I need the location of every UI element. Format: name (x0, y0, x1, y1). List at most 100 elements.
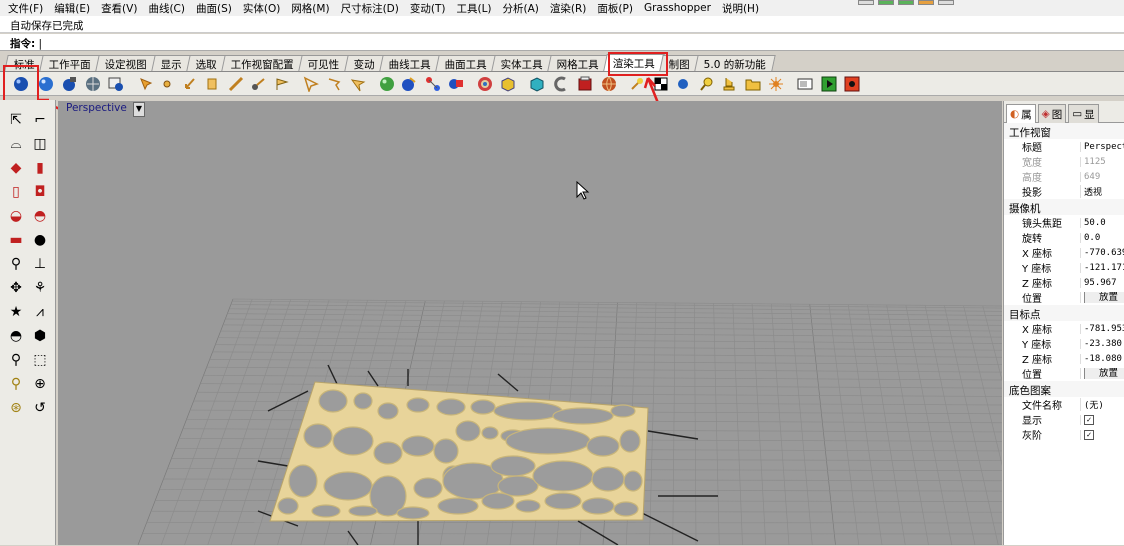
mesh-icon[interactable]: ◒ (6, 206, 26, 226)
rotate-icon[interactable]: ⚘ (30, 278, 50, 298)
gumball-icon[interactable]: ⊛ (6, 398, 26, 418)
property-value[interactable]: -781.953 (1080, 324, 1124, 334)
solid-icon[interactable]: ▯ (6, 182, 26, 202)
property-value-text: 0.0 (1084, 233, 1100, 243)
mesh-tools-icon[interactable]: ◓ (30, 206, 50, 226)
property-label: 位置 (1004, 290, 1080, 305)
surface-icon[interactable]: ◆ (6, 158, 26, 178)
property-row: 旋转 0.0 (1004, 230, 1124, 245)
property-value[interactable]: 649 (1080, 172, 1124, 182)
property-label: 旋转 (1004, 230, 1080, 245)
property-label: 文件名称 (1004, 397, 1080, 412)
property-value[interactable]: 0.0 (1080, 233, 1124, 243)
property-value-text: -18.080 (1084, 354, 1122, 364)
property-value[interactable]: 50.0 (1080, 218, 1124, 228)
curve-tools-icon[interactable]: ◫ (30, 134, 50, 154)
property-value[interactable]: 1125 (1080, 157, 1124, 167)
osnap-icon[interactable]: ⚲ (6, 374, 26, 394)
array-icon[interactable]: ★ (6, 302, 26, 322)
dimension-icon[interactable]: ⚲ (6, 254, 26, 274)
property-label: Y 座标 (1004, 336, 1080, 351)
target-icon[interactable]: ⊕ (30, 374, 50, 394)
layers-icon: ◈ (1042, 108, 1050, 120)
property-value[interactable]: Perspect (1080, 142, 1124, 152)
property-row: 文件名称(无) (1004, 397, 1124, 412)
tab-display[interactable]: ▭显 (1068, 104, 1098, 123)
property-value-text: 1125 (1084, 157, 1106, 167)
mirror-icon[interactable]: ⩘ (30, 302, 50, 322)
viewport-dropdown-icon[interactable]: ▼ (133, 102, 145, 117)
panel-section-title: 底色图案 (1004, 381, 1124, 397)
property-label: 镜头焦距 (1004, 215, 1080, 230)
tab-layers[interactable]: ◈图 (1038, 104, 1067, 123)
property-value-text: 透视 (1084, 188, 1102, 198)
main-left-toolbar: ⇱ ⌐ ⌓ ◫ ◆ ▮ ▯ ◘ ◒ ◓ ▬ ● ⚲ ⊥ ✥ ⚘ ★ ⩘ ◓ ⬢ … (0, 100, 56, 545)
properties-panel: ◐属 ◈图 ▭显 工作视窗标题Perspect宽度1125高度649投影透视摄像… (1003, 101, 1124, 545)
panel-section-title: 摄像机 (1004, 199, 1124, 215)
properties-icon: ◐ (1010, 108, 1019, 120)
analyze-icon[interactable]: ◓ (6, 326, 26, 346)
property-value[interactable]: (无) (1080, 398, 1124, 411)
panel-tabs: ◐属 ◈图 ▭显 (1004, 101, 1124, 123)
property-row: 标题Perspect (1004, 139, 1124, 154)
property-row: Y 座标 -23.380 (1004, 336, 1124, 351)
perspective-viewport[interactable]: Perspective ▼ (58, 101, 1002, 545)
place-button[interactable]: 放置 (1084, 292, 1124, 303)
property-value[interactable]: 放置 (1080, 292, 1124, 303)
place-button[interactable]: 放置 (1084, 368, 1124, 379)
property-row: 高度 649 (1004, 169, 1124, 184)
viewport-grid (58, 101, 1002, 545)
sphere-tool-icon[interactable]: ● (30, 230, 50, 250)
property-label: 投影 (1004, 184, 1080, 199)
property-row: 宽度1125 (1004, 154, 1124, 169)
rotate-view-icon[interactable]: ↺ (30, 398, 50, 418)
property-label: X 座标 (1004, 321, 1080, 336)
checkbox[interactable]: ✓ (1084, 430, 1094, 440)
property-value-text: 649 (1084, 172, 1100, 182)
panel-section-title: 工作视窗 (1004, 123, 1124, 139)
property-value[interactable]: -18.080 (1080, 354, 1124, 364)
box-icon[interactable]: ▬ (6, 230, 26, 250)
property-value-text: -23.380 (1084, 339, 1122, 349)
property-value-text: -770.639 (1084, 248, 1124, 258)
property-row: Z 座标95.967 (1004, 275, 1124, 290)
property-row: Z 座标 -18.080 (1004, 351, 1124, 366)
checkbox[interactable]: ✓ (1084, 415, 1094, 425)
property-row: X 座标 -781.953 (1004, 321, 1124, 336)
viewport-title[interactable]: Perspective (66, 102, 127, 117)
tab-properties[interactable]: ◐属 (1006, 104, 1036, 123)
property-value[interactable]: 95.967 (1080, 278, 1124, 288)
move-icon[interactable]: ✥ (6, 278, 26, 298)
property-value-text: 95.967 (1084, 278, 1117, 288)
property-value[interactable]: ✓ (1080, 415, 1124, 425)
property-row: X 座标 -770.639 (1004, 245, 1124, 260)
property-value-text: -121.171 (1084, 263, 1124, 273)
property-value[interactable]: -23.380 (1080, 339, 1124, 349)
property-value[interactable]: -121.171 (1080, 263, 1124, 273)
property-label: 位置 (1004, 366, 1080, 381)
property-value[interactable]: -770.639 (1080, 248, 1124, 258)
surface-tools-icon[interactable]: ▮ (30, 158, 50, 178)
property-value[interactable]: 放置 (1080, 368, 1124, 379)
property-value[interactable]: 透视 (1080, 185, 1124, 198)
point-icon[interactable]: ⌐ (30, 110, 50, 130)
select-arrow-icon[interactable]: ⇱ (6, 110, 26, 130)
property-row: 位置放置 (1004, 366, 1124, 381)
property-row: 位置放置 (1004, 290, 1124, 305)
transform-icon[interactable]: ⊥ (30, 254, 50, 274)
property-label: 标题 (1004, 139, 1080, 154)
property-label: X 座标 (1004, 245, 1080, 260)
display-icon: ▭ (1072, 108, 1082, 120)
zoom-icon[interactable]: ⚲ (6, 350, 26, 370)
property-label: 高度 (1004, 169, 1080, 184)
property-value-text: -781.953 (1084, 324, 1124, 334)
zoom-window-icon[interactable]: ⬚ (30, 350, 50, 370)
property-value[interactable]: ✓ (1080, 430, 1124, 440)
property-label: 灰阶 (1004, 427, 1080, 442)
render-cube-icon[interactable]: ⬢ (30, 326, 50, 346)
property-label: Z 座标 (1004, 351, 1080, 366)
viewport-title-tab[interactable]: Perspective ▼ (58, 101, 149, 117)
curve-icon[interactable]: ⌓ (6, 134, 26, 154)
property-row: Y 座标-121.171 (1004, 260, 1124, 275)
solid-tools-icon[interactable]: ◘ (30, 182, 50, 202)
